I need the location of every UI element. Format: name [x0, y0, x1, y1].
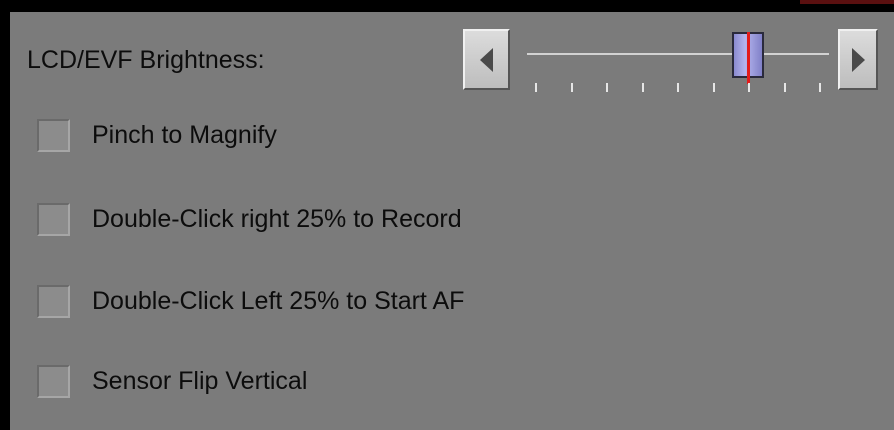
- brightness-label: LCD/EVF Brightness:: [27, 46, 265, 74]
- triangle-left-icon: [479, 47, 493, 72]
- slider-track: [527, 53, 829, 55]
- option-sensor-flip-vertical[interactable]: Sensor Flip Vertical: [37, 365, 307, 398]
- slider-tick: [571, 83, 573, 92]
- slider-tick: [535, 83, 537, 92]
- brightness-decrease-button[interactable]: [463, 29, 510, 90]
- slider-tick: [784, 83, 786, 92]
- option-pinch-to-magnify[interactable]: Pinch to Magnify: [37, 119, 277, 152]
- option-label: Pinch to Magnify: [92, 121, 277, 149]
- slider-thumb-marker: [747, 32, 750, 84]
- sensor-flip-vertical-checkbox[interactable]: [37, 365, 70, 398]
- option-double-click-left-af[interactable]: Double-Click Left 25% to Start AF: [37, 285, 464, 318]
- option-double-click-right-record[interactable]: Double-Click right 25% to Record: [37, 203, 462, 236]
- double-click-right-checkbox[interactable]: [37, 203, 70, 236]
- option-label: Double-Click right 25% to Record: [92, 205, 462, 233]
- brightness-increase-button[interactable]: [838, 29, 878, 90]
- top-edge-accent: [800, 0, 894, 4]
- triangle-right-icon: [852, 47, 865, 72]
- slider-tick: [677, 83, 679, 92]
- slider-tick: [713, 83, 715, 92]
- slider-tick: [748, 83, 750, 92]
- double-click-left-checkbox[interactable]: [37, 285, 70, 318]
- brightness-slider[interactable]: [527, 28, 829, 92]
- option-label: Sensor Flip Vertical: [92, 367, 308, 395]
- slider-tick: [642, 83, 644, 92]
- slider-thumb[interactable]: [732, 32, 764, 84]
- pinch-to-magnify-checkbox[interactable]: [37, 119, 70, 152]
- option-label: Double-Click Left 25% to Start AF: [92, 287, 465, 315]
- slider-tick: [606, 83, 608, 92]
- slider-tick: [819, 83, 821, 92]
